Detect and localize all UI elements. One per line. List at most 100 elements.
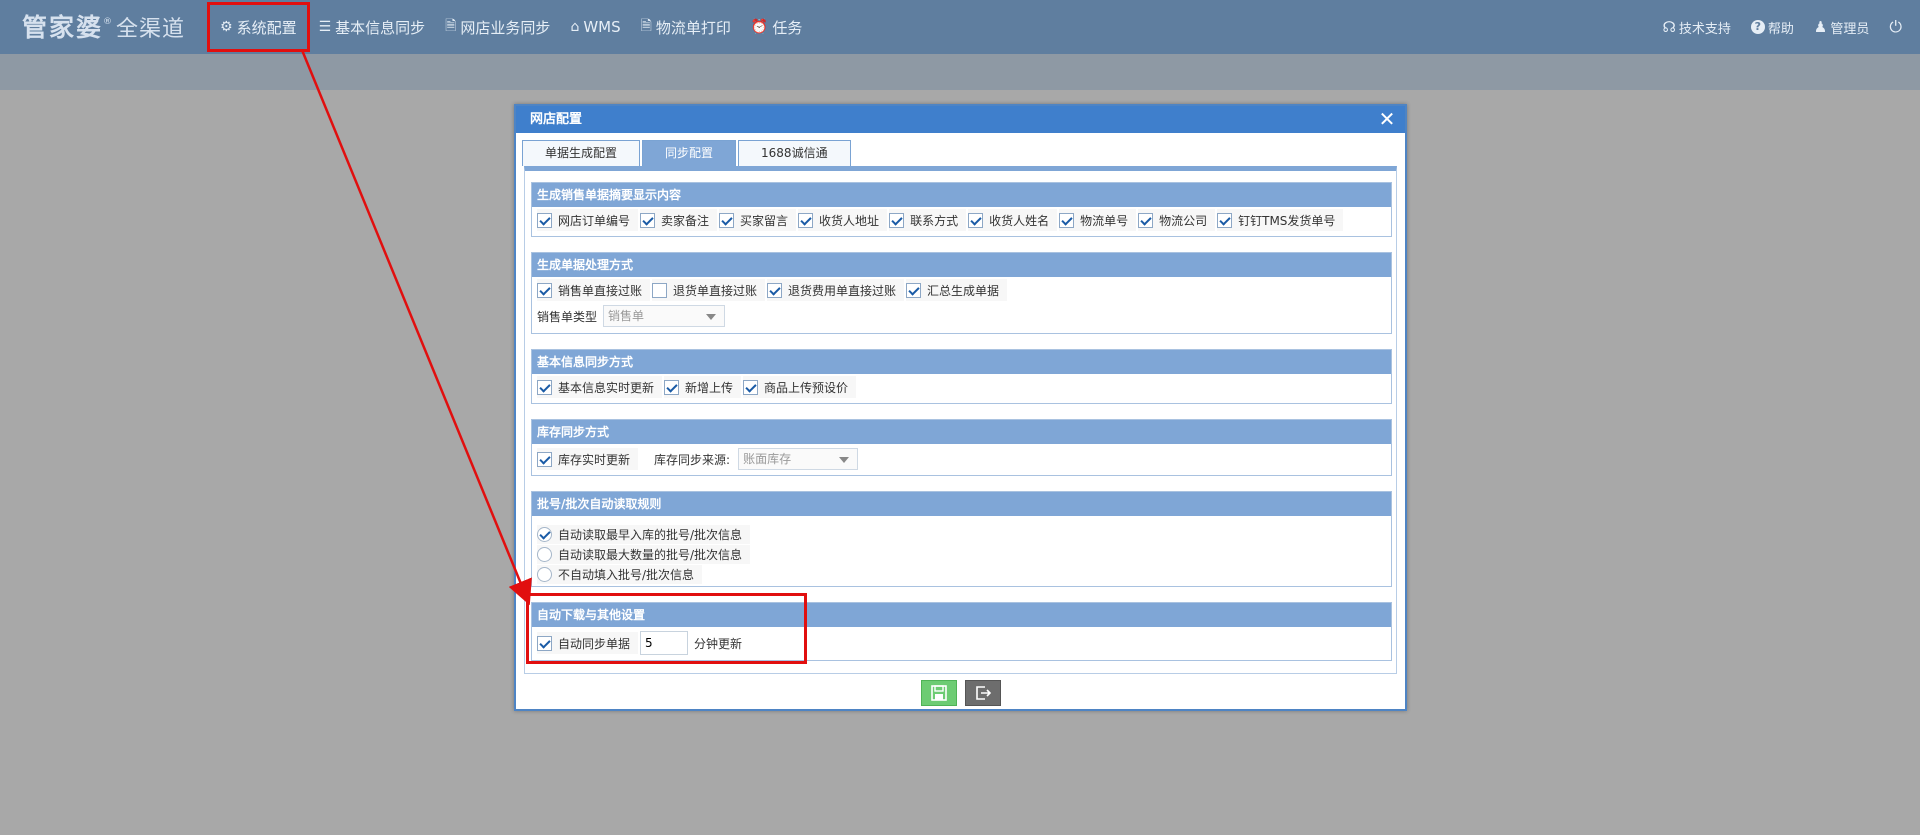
nav-shop-business-sync[interactable]: 🗎 网店业务同步 [437,11,558,43]
headset-icon: ☊ [1662,18,1676,36]
checkbox-auto-sync-documents[interactable]: 自动同步单据 [537,632,639,654]
process-options-row: 销售单直接过账 退货单直接过账 退货费用单直接过账 汇总生成单据 [532,277,1391,303]
checkbox-label: 销售单直接过账 [558,283,643,298]
exit-button[interactable] [964,680,1001,706]
checkbox-sale-direct-post[interactable]: 销售单直接过账 [537,279,651,301]
tab-document-generation[interactable]: 单据生成配置 [522,140,641,166]
checkbox-label: 退货单直接过账 [673,283,758,298]
checkbox-return-direct-post[interactable]: 退货单直接过账 [652,279,766,301]
checkbox-label: 库存实时更新 [558,452,631,467]
exit-icon [975,686,991,700]
chevron-down-icon [839,457,850,463]
checkbox-dingding-tms[interactable]: 钉钉TMS发货单号 [1217,209,1344,231]
checkbox-stock-realtime-update[interactable]: 库存实时更新 [537,448,639,470]
nav-label: 网店业务同步 [460,18,551,37]
save-button[interactable] [920,680,957,706]
process-method-section: 生成单据处理方式 销售单直接过账 退货单直接过账 退货费用单直接过账 汇总生成单… [531,252,1392,334]
top-navigation-bar: 管家婆 ® 全渠道 ⚙ 系统配置 ☰ 基本信息同步 🗎 网店业务同步 ⌂ WMS… [0,0,1920,54]
gear-icon: ⚙ [220,19,233,35]
checkbox-label: 基本信息实时更新 [558,380,655,395]
power-button[interactable]: ⏻ [1889,17,1902,37]
save-icon [930,685,947,701]
help-link[interactable]: ? 帮助 [1750,18,1794,37]
section-title: 生成单据处理方式 [532,253,1391,277]
checkbox-new-upload[interactable]: 新增上传 [664,376,742,398]
checkbox-summary-generate[interactable]: 汇总生成单据 [906,279,1008,301]
checkbox-box [1138,212,1154,228]
batch-options: 自动读取最早入库的批号/批次信息 自动读取最大数量的批号/批次信息 不自动填入批… [532,516,1391,584]
checkbox-label: 物流公司 [1159,213,1208,228]
checkbox-box [652,282,668,298]
help-label: 帮助 [1767,21,1794,37]
admin-user-link[interactable]: ♟ 管理员 [1814,18,1869,37]
checkbox-contact[interactable]: 联系方式 [889,209,967,231]
radio-max-quantity-batch[interactable]: 自动读取最大数量的批号/批次信息 [537,544,751,564]
checkbox-label: 汇总生成单据 [927,283,1000,298]
tech-support-link[interactable]: ☊ 技术支持 [1663,18,1731,37]
nav-label: WMS [583,18,621,36]
alarm-clock-icon: ⏰ [750,19,769,35]
checkbox-box [1217,212,1233,228]
nav-system-config[interactable]: ⚙ 系统配置 [207,2,310,52]
basic-info-sync-section: 基本信息同步方式 基本信息实时更新 新增上传 商品上传预设价 [531,349,1392,404]
summary-options-row: 网店订单编号 卖家备注 买家留言 收货人地址 联系方式 收货人姓名 物流单号 物… [532,207,1391,233]
nav-wms[interactable]: ⌂ WMS [562,11,628,43]
sub-toolbar [0,54,1920,90]
checkbox-logistics-company[interactable]: 物流公司 [1138,209,1216,231]
stock-source-label: 库存同步来源: [654,452,731,467]
checkbox-label: 物流单号 [1080,213,1129,228]
radio-no-auto-batch[interactable]: 不自动填入批号/批次信息 [537,564,703,584]
sync-config-panel: 生成销售单据摘要显示内容 网店订单编号 卖家备注 买家留言 收货人地址 联系方式… [524,166,1397,674]
checkbox-box [906,282,922,298]
checkbox-label: 收货人姓名 [989,213,1050,228]
checkbox-label: 商品上传预设价 [764,380,849,395]
checkbox-receiver-address[interactable]: 收货人地址 [798,209,888,231]
nav-label: 物流单打印 [655,18,731,37]
sale-type-select[interactable]: 销售单 [603,305,726,327]
radio-label: 不自动填入批号/批次信息 [558,567,695,582]
minutes-suffix-label: 分钟更新 [694,636,743,651]
checkbox-label: 卖家备注 [661,213,710,228]
checkbox-return-fee-direct-post[interactable]: 退货费用单直接过账 [767,279,905,301]
admin-label: 管理员 [1830,21,1870,37]
checkbox-basic-realtime-update[interactable]: 基本信息实时更新 [537,376,663,398]
checkbox-label: 网店订单编号 [558,213,631,228]
checkbox-box [743,379,759,395]
checkbox-box [640,212,656,228]
checkbox-label: 联系方式 [910,213,959,228]
batch-read-rule-section: 批号/批次自动读取规则 自动读取最早入库的批号/批次信息 自动读取最大数量的批号… [531,491,1392,587]
radio-label: 自动读取最大数量的批号/批次信息 [558,547,743,562]
stock-source-select[interactable]: 账面库存 [738,448,859,470]
logo-sub-text: 全渠道 [116,17,186,42]
app-logo: 管家婆 ® 全渠道 [22,8,185,46]
batch-option-row: 自动读取最大数量的批号/批次信息 [532,544,1391,564]
checkbox-box [968,212,984,228]
close-icon[interactable]: ✕ [1377,108,1397,130]
checkbox-label: 收货人地址 [819,213,880,228]
nav-logistics-print[interactable]: 🗎 物流单打印 [633,11,739,43]
dialog-footer [516,676,1405,710]
checkbox-buyer-message[interactable]: 买家留言 [719,209,797,231]
nav-basic-info-sync[interactable]: ☰ 基本信息同步 [311,11,434,43]
checkbox-shop-order-no[interactable]: 网店订单编号 [537,209,639,231]
auto-sync-row: 自动同步单据 分钟更新 [532,627,1391,659]
logo-main-text: 管家婆 [22,13,104,42]
checkbox-receiver-name[interactable]: 收货人姓名 [968,209,1058,231]
checkbox-box [1059,212,1075,228]
sync-interval-input[interactable] [640,631,689,655]
tab-sync-config[interactable]: 同步配置 [642,140,737,166]
checkbox-label: 退货费用单直接过账 [788,283,897,298]
checkbox-box [537,635,552,651]
main-nav: ⚙ 系统配置 ☰ 基本信息同步 🗎 网店业务同步 ⌂ WMS 🗎 物流单打印 ⏰… [207,0,814,54]
radio-earliest-batch[interactable]: 自动读取最早入库的批号/批次信息 [537,524,751,544]
help-icon: ? [1750,20,1765,34]
auto-download-section: 自动下载与其他设置 自动同步单据 分钟更新 [531,602,1392,661]
right-nav: ☊ 技术支持 ? 帮助 ♟ 管理员 ⏻ [1663,0,1902,54]
radio-label: 自动读取最早入库的批号/批次信息 [558,527,743,542]
checkbox-upload-preset-price[interactable]: 商品上传预设价 [743,376,857,398]
checkbox-seller-note[interactable]: 卖家备注 [640,209,718,231]
tab-1688-chengxintong[interactable]: 1688诚信通 [738,140,851,166]
sale-type-label: 销售单类型 [537,309,598,324]
checkbox-logistics-no[interactable]: 物流单号 [1059,209,1137,231]
nav-tasks[interactable]: ⏰ 任务 [743,11,810,43]
